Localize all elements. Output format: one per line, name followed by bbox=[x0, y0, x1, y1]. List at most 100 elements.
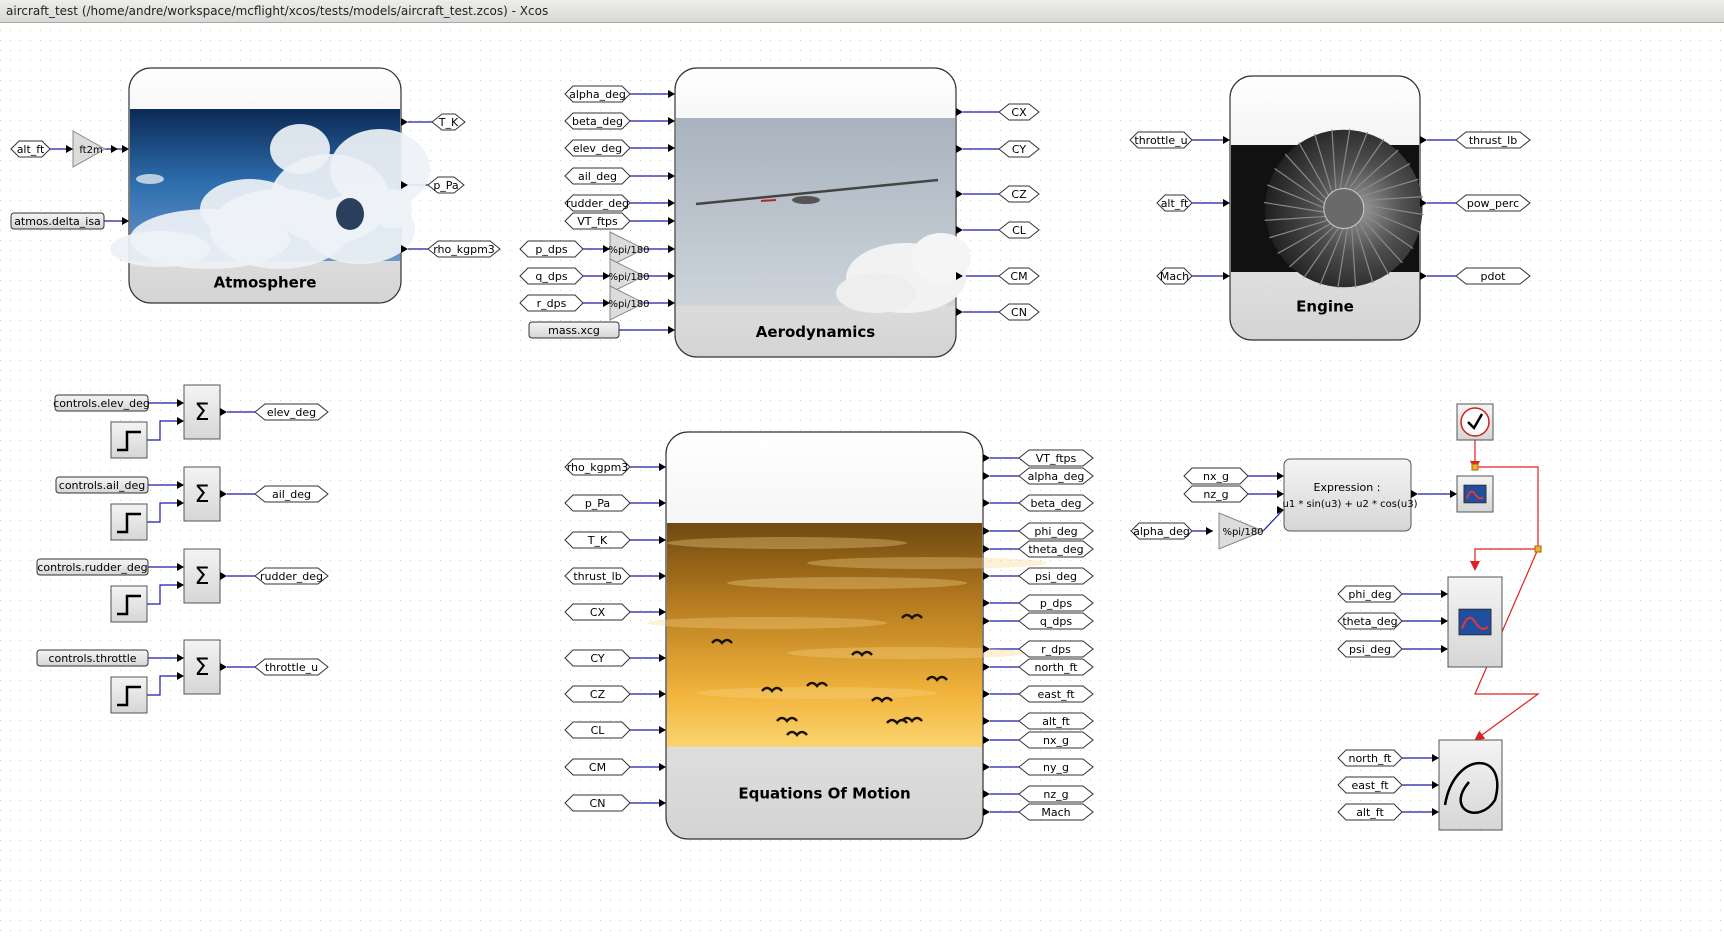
from-alt-ft[interactable]: alt_ft bbox=[10, 140, 51, 158]
atmos-delta-isa-block[interactable]: atmos.delta_isa bbox=[10, 212, 105, 230]
atmos-delta-isa-block-text: atmos.delta_isa bbox=[14, 215, 101, 228]
atmosphere-superblock[interactable]: Atmosphere bbox=[110, 67, 430, 304]
event-split-point[interactable] bbox=[1471, 463, 1479, 471]
sum-block-0[interactable]: Σ bbox=[183, 384, 221, 440]
ctx-controls_ail_deg[interactable]: controls.ail_deg bbox=[55, 476, 149, 494]
sum-block-3[interactable]: Σ bbox=[183, 639, 221, 695]
aero-out-CZ-text: CZ bbox=[1011, 188, 1027, 201]
eom-in-CY[interactable]: CY bbox=[564, 649, 631, 667]
eom-out-psi_deg-text: psi_deg bbox=[1035, 570, 1077, 583]
eom-out-alt_ft[interactable]: alt_ft bbox=[1018, 712, 1094, 730]
eom-out-north_ft[interactable]: north_ft bbox=[1018, 658, 1094, 676]
to-elev_deg-0[interactable]: elev_deg bbox=[254, 403, 329, 421]
aero-in-beta_deg[interactable]: beta_deg bbox=[564, 112, 631, 130]
xy-in-north_ft[interactable]: north_ft bbox=[1337, 749, 1403, 767]
eom-out-Mach[interactable]: Mach bbox=[1018, 803, 1094, 821]
eom-out-beta_deg[interactable]: beta_deg bbox=[1018, 494, 1094, 512]
eom-out-q_dps[interactable]: q_dps bbox=[1018, 612, 1094, 630]
aero-in-ail_deg[interactable]: ail_deg bbox=[564, 167, 631, 185]
scope-in-phi_deg[interactable]: phi_deg bbox=[1337, 585, 1403, 603]
eom-in-CL-text: CL bbox=[591, 724, 606, 737]
to-rho[interactable]: rho_kgpm3 bbox=[427, 240, 501, 258]
aero-in-rudder_deg[interactable]: rudder_deg bbox=[564, 194, 631, 212]
scope-in-psi_deg[interactable]: psi_deg bbox=[1337, 640, 1403, 658]
engine-in-throttle_u[interactable]: throttle_u bbox=[1129, 131, 1193, 149]
aero-in-p_dps[interactable]: p_dps bbox=[519, 240, 584, 258]
eom-in-rho_kgpm3[interactable]: rho_kgpm3 bbox=[564, 458, 631, 476]
diagram-canvas[interactable]: Atmosphere Aerodynamics Engine Equations Of… bbox=[0, 23, 1724, 934]
to-ail_deg-1[interactable]: ail_deg bbox=[254, 485, 329, 503]
eom-in-T_K[interactable]: T_K bbox=[564, 531, 631, 549]
mass-xcg-block[interactable]: mass.xcg bbox=[528, 321, 620, 339]
expression-formula: u1 * sin(u3) + u2 * cos(u3) bbox=[1282, 499, 1417, 510]
to-throttle_u-3-text: throttle_u bbox=[265, 661, 318, 674]
to-throttle_u-3[interactable]: throttle_u bbox=[254, 658, 329, 676]
aero-in-VT_ftps[interactable]: VT_ftps bbox=[564, 212, 631, 230]
eom-in-CN[interactable]: CN bbox=[564, 794, 631, 812]
eom-out-alpha_deg[interactable]: alpha_deg bbox=[1018, 467, 1094, 485]
eom-out-nz_g[interactable]: nz_g bbox=[1018, 785, 1094, 803]
aero-in-alpha_deg-text: alpha_deg bbox=[569, 88, 626, 101]
ctx-controls_throttle[interactable]: controls.throttle bbox=[36, 649, 149, 667]
eom-out-theta_deg-text: theta_deg bbox=[1028, 543, 1083, 556]
aero-in-r_dps[interactable]: r_dps bbox=[519, 294, 584, 312]
engine-out-pow_perc[interactable]: pow_perc bbox=[1455, 194, 1531, 212]
eom-out-phi_deg[interactable]: phi_deg bbox=[1018, 522, 1094, 540]
step-block-2[interactable] bbox=[110, 585, 148, 623]
sigma-icon: Σ bbox=[194, 398, 209, 426]
scope-in-theta_deg[interactable]: theta_deg bbox=[1337, 612, 1403, 630]
engine-superblock[interactable]: Engine bbox=[1229, 75, 1424, 341]
eom-out-p_dps[interactable]: p_dps bbox=[1018, 594, 1094, 612]
eom-out-psi_deg[interactable]: psi_deg bbox=[1018, 567, 1094, 585]
eom-in-thrust_lb[interactable]: thrust_lb bbox=[564, 567, 631, 585]
eom-out-theta_deg[interactable]: theta_deg bbox=[1018, 540, 1094, 558]
engine-out-pdot-text: pdot bbox=[1480, 270, 1506, 283]
expression-block[interactable]: Expression : u1 * sin(u3) + u2 * cos(u3) bbox=[1282, 458, 1418, 532]
to-rho-text: rho_kgpm3 bbox=[433, 243, 495, 256]
to-rudder_deg-2[interactable]: rudder_deg bbox=[254, 567, 329, 585]
expr-in-nz_g[interactable]: nz_g bbox=[1183, 485, 1249, 503]
scope-block-angles[interactable] bbox=[1447, 576, 1503, 668]
ctx-controls_rudder_deg[interactable]: controls.rudder_deg bbox=[36, 558, 149, 576]
scope-block-nz[interactable] bbox=[1456, 475, 1494, 513]
eom-in-CM[interactable]: CM bbox=[564, 758, 631, 776]
aero-in-alpha_deg[interactable]: alpha_deg bbox=[564, 85, 631, 103]
aero-in-elev_deg[interactable]: elev_deg bbox=[564, 139, 631, 157]
from-alt-ft-text: alt_ft bbox=[17, 143, 45, 156]
xy-scope-block[interactable] bbox=[1438, 739, 1503, 831]
eom-out-ny_g[interactable]: ny_g bbox=[1018, 758, 1094, 776]
eom-in-CL[interactable]: CL bbox=[564, 721, 631, 739]
sum-block-2[interactable]: Σ bbox=[183, 548, 221, 604]
sum-block-1[interactable]: Σ bbox=[183, 466, 221, 522]
expr-in-alpha-text: alpha_deg bbox=[1133, 525, 1190, 538]
eom-out-r_dps[interactable]: r_dps bbox=[1018, 640, 1094, 658]
eom-out-p_dps-text: p_dps bbox=[1040, 597, 1072, 610]
eom-in-CZ[interactable]: CZ bbox=[564, 685, 631, 703]
xcos-diagram[interactable]: Atmosphere Aerodynamics Engine Equations Of… bbox=[0, 23, 1724, 934]
step-block-3[interactable] bbox=[110, 676, 148, 714]
engine-out-thrust_lb[interactable]: thrust_lb bbox=[1455, 131, 1531, 149]
engine-in-alt_ft[interactable]: alt_ft bbox=[1156, 194, 1193, 212]
eom-out-north_ft-text: north_ft bbox=[1034, 661, 1078, 674]
eom-out-east_ft[interactable]: east_ft bbox=[1018, 685, 1094, 703]
aero-in-q_dps[interactable]: q_dps bbox=[519, 267, 584, 285]
xy-in-east_ft[interactable]: east_ft bbox=[1337, 776, 1403, 794]
eom-in-CZ-text: CZ bbox=[590, 688, 606, 701]
step-block-1[interactable] bbox=[110, 503, 148, 541]
clock-block[interactable] bbox=[1456, 403, 1494, 441]
aerodynamics-superblock[interactable]: Aerodynamics bbox=[674, 67, 971, 358]
aerodynamics-superblock-title: Aerodynamics bbox=[756, 323, 875, 341]
step-block-0[interactable] bbox=[110, 421, 148, 459]
expr-in-alpha[interactable]: alpha_deg bbox=[1130, 522, 1193, 540]
engine-out-pdot[interactable]: pdot bbox=[1455, 267, 1531, 285]
engine-in-Mach[interactable]: Mach bbox=[1156, 267, 1193, 285]
eom-out-nx_g[interactable]: nx_g bbox=[1018, 731, 1094, 749]
to-p-Pa[interactable]: p_Pa bbox=[427, 176, 465, 194]
eom-out-VT_ftps[interactable]: VT_ftps bbox=[1018, 449, 1094, 467]
ctx-controls_elev_deg[interactable]: controls.elev_deg bbox=[53, 394, 150, 412]
event-split-point[interactable] bbox=[1534, 545, 1542, 553]
eom-in-CX[interactable]: CX bbox=[564, 603, 631, 621]
eom-in-p_Pa[interactable]: p_Pa bbox=[564, 494, 631, 512]
xy-in-alt_ft[interactable]: alt_ft bbox=[1337, 803, 1403, 821]
expr-in-nx_g[interactable]: nx_g bbox=[1183, 467, 1249, 485]
